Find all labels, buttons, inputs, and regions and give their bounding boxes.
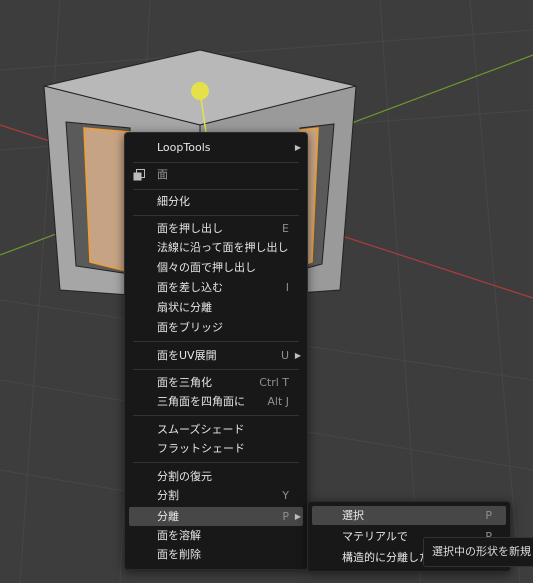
separator [133, 189, 299, 190]
menu-item-bridge-faces[interactable]: 面をブリッジ [129, 318, 303, 337]
menu-item-extrude-along-normals[interactable]: 法線に沿って面を押し出し [129, 238, 303, 257]
menu-item-split[interactable]: 分割 Y [129, 486, 303, 505]
menu-item-inset-faces[interactable]: 面を差し込む I [129, 278, 303, 297]
menu-header: 面 [129, 165, 303, 184]
tooltip: 選択中の形状を新規 [423, 537, 533, 567]
separator [133, 462, 299, 463]
face-mode-icon [133, 169, 145, 181]
submenu-arrow-icon: ▶ [294, 143, 301, 152]
menu-item-dissolve-faces[interactable]: 面を溶解 [129, 526, 303, 545]
menu-item-triangulate[interactable]: 面を三角化 Ctrl T [129, 373, 303, 392]
gizmo-handle[interactable] [191, 82, 209, 100]
submenu-arrow-icon: ▶ [294, 351, 301, 360]
menu-item-delete-faces[interactable]: 面を削除 [129, 545, 303, 564]
menu-item-uv-unwrap[interactable]: 面をUV展開 U ▶ [129, 346, 303, 365]
menu-item-extrude-faces[interactable]: 面を押し出し E [129, 219, 303, 238]
menu-item-subdivide[interactable]: 細分化 [129, 192, 303, 211]
separator [133, 162, 299, 163]
menu-item-extrude-individual[interactable]: 個々の面で押し出し [129, 258, 303, 277]
separator [133, 215, 299, 216]
menu-item-poke-faces[interactable]: 扇状に分離 [129, 298, 303, 317]
menu-item-shade-flat[interactable]: フラットシェード [129, 439, 303, 458]
separator [133, 369, 299, 370]
context-menu: LoopTools ▶ 面 細分化 面を押し出し E 法線に沿って面を押し出し 個… [124, 132, 308, 570]
menu-item-separate[interactable]: 分離 P ▶ [129, 507, 303, 526]
submenu-arrow-icon: ▶ [294, 512, 301, 521]
tooltip-text: 選択中の形状を新規 [432, 545, 531, 558]
menu-item-shade-smooth[interactable]: スムーズシェード [129, 420, 303, 439]
separator [133, 415, 299, 416]
menu-item-tris-to-quads[interactable]: 三角面を四角面に Alt J [129, 392, 303, 411]
submenu-item-selection[interactable]: 選択 P [312, 506, 506, 525]
separator [133, 341, 299, 342]
menu-item-rip-fill[interactable]: 分割の復元 [129, 467, 303, 486]
menu-item-looptools[interactable]: LoopTools ▶ [129, 138, 303, 157]
